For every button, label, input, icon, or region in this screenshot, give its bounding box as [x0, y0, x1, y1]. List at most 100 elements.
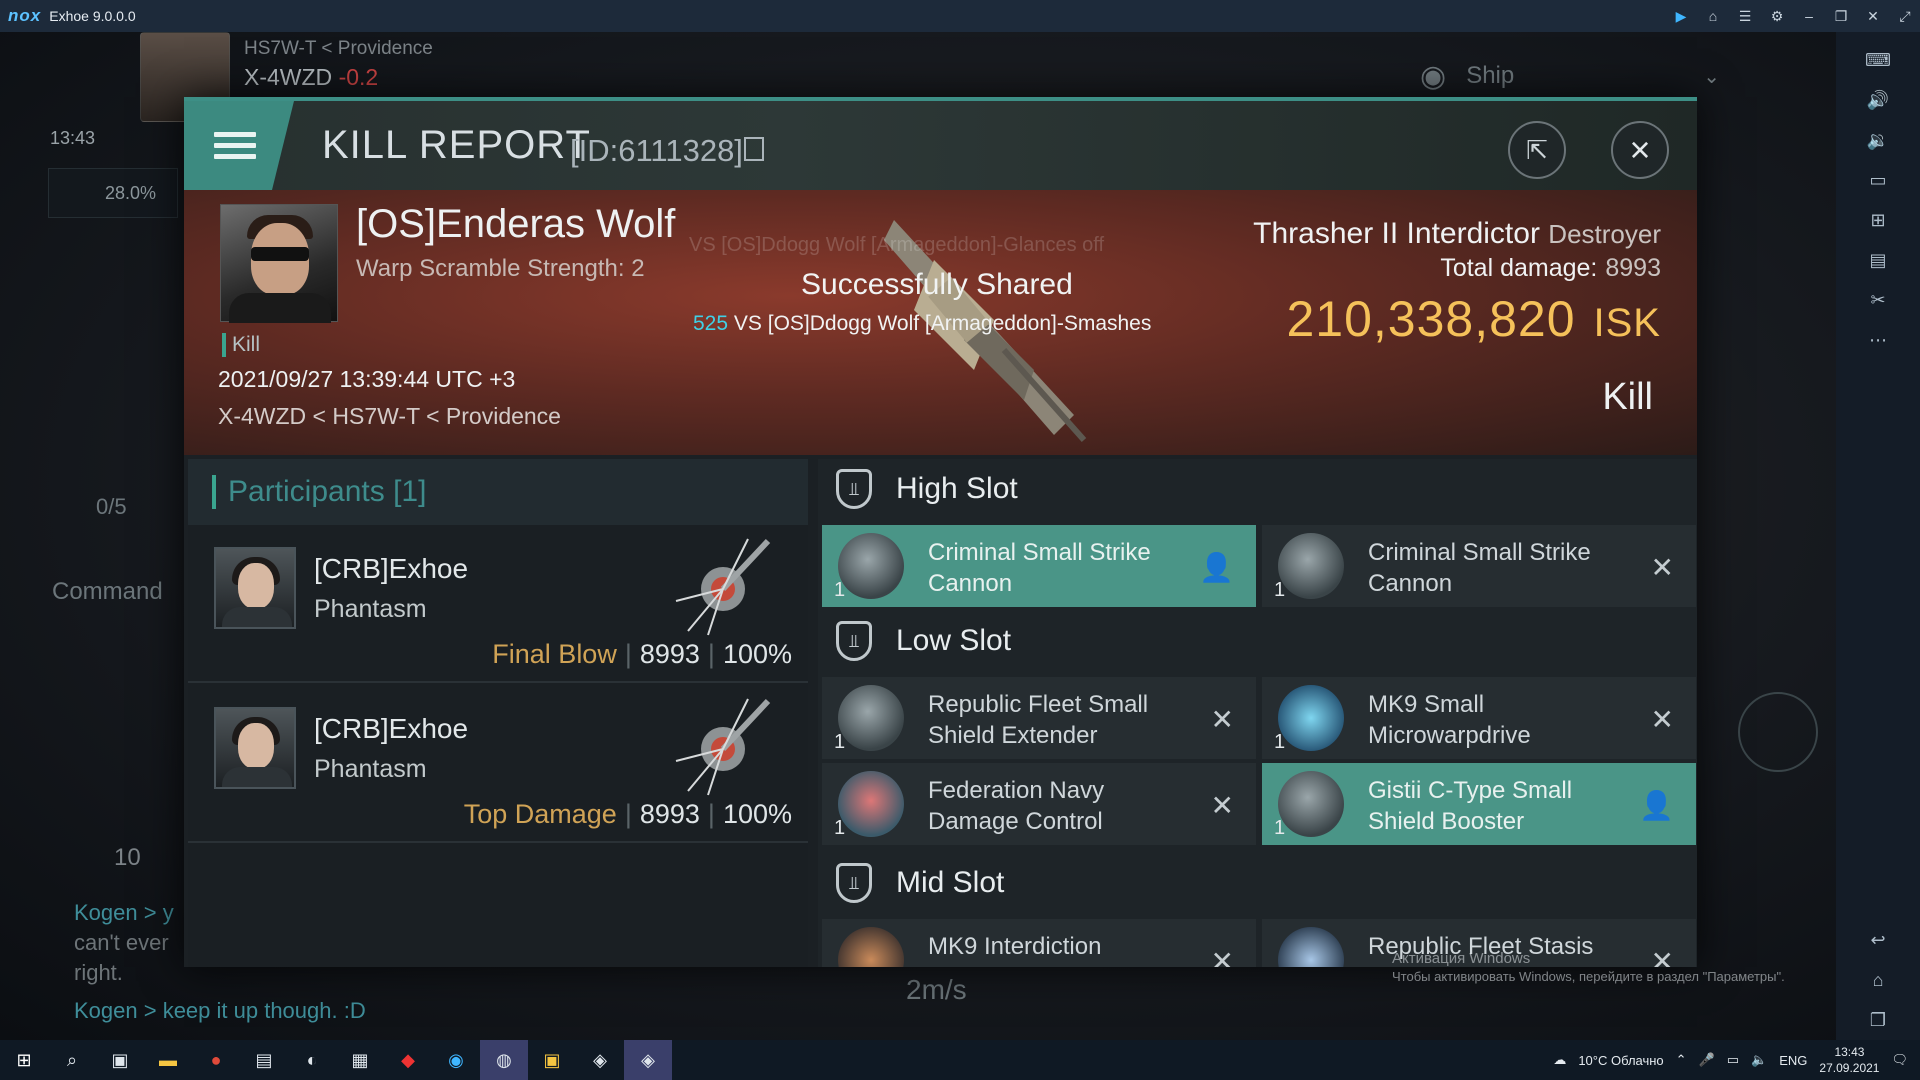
module-item[interactable]: 1 Criminal Small Strike Cannon 👤: [822, 525, 1256, 607]
nox-icon[interactable]: ◈: [624, 1040, 672, 1080]
windows-taskbar: ⊞ ⌕ ▣ ▬ ● ▤ ◐ ▦ ◆ ◉ ◍ ▣ ◈ ◈ ☁ 10°C Облач…: [0, 1040, 1920, 1080]
participant-ship: Phantasm: [314, 595, 427, 623]
cargo-percent: 28.0%: [105, 183, 157, 203]
command-label[interactable]: Command: [52, 578, 163, 606]
back-icon[interactable]: ↩: [1866, 928, 1890, 952]
person-icon: 👤: [1639, 790, 1674, 821]
screen-icon[interactable]: ▭: [1866, 168, 1890, 192]
victim-subtitle: Warp Scramble Strength: 2: [356, 255, 645, 282]
module-item[interactable]: 1 Criminal Small Strike Cannon ✕: [1262, 525, 1696, 607]
close-icon[interactable]: ✕: [1864, 7, 1882, 25]
ship-info: Thrasher II Interdictor Destroyer: [1253, 217, 1661, 250]
chevron-down-icon: ⌄: [1703, 65, 1720, 88]
more-icon[interactable]: ⋯: [1866, 328, 1890, 352]
emulator-sidebar: ⌨ 🔊 🔉 ▭ ⊞ ▤ ✂ ⋯ ↩ ⌂ ❐: [1836, 32, 1920, 1040]
edge-icon[interactable]: ◉: [432, 1040, 480, 1080]
victim-name[interactable]: [OS]Enderas Wolf: [356, 202, 675, 247]
emulator-titlebar: nox Exhoe 9.0.0.0 ▶ ⌂ ☰ ⚙ – ❐ ✕ ⤢: [0, 0, 1920, 32]
network-icon[interactable]: ▭: [1727, 1052, 1739, 1068]
cannon-icon: [1278, 533, 1344, 599]
taskbar-clock[interactable]: 13:43 27.09.2021: [1819, 1044, 1879, 1076]
close-icon: ×: [1629, 129, 1651, 170]
share-button[interactable]: ⇱: [1508, 121, 1566, 179]
app-icon[interactable]: ◍: [480, 1040, 528, 1080]
stasis-icon: [1278, 927, 1344, 967]
search-icon[interactable]: ⌕: [48, 1040, 96, 1080]
app-icon[interactable]: ▣: [528, 1040, 576, 1080]
participant-portrait[interactable]: [214, 547, 296, 629]
calculator-icon[interactable]: ▦: [336, 1040, 384, 1080]
participant-row[interactable]: [CRB]Exhoe Phantasm Top Damage | 8993 | 100%: [188, 685, 808, 843]
view-filter-dropdown[interactable]: ◉ Ship ⌄: [1420, 50, 1730, 102]
system-name[interactable]: X-4WZD -0.2: [244, 64, 378, 91]
module-item[interactable]: 1 MK9 Small Microwarpdrive ✕: [1262, 677, 1696, 759]
fitting-panel: ⫫ High Slot 1 Criminal Small Strike Cann…: [818, 459, 1697, 967]
participant-name: [CRB]Exhoe: [314, 553, 469, 584]
play-icon[interactable]: ▶: [1672, 7, 1690, 25]
participant-ship-image: [675, 698, 771, 796]
add-apk-icon[interactable]: ⊞: [1866, 208, 1890, 232]
weather[interactable]: 10°C Облачно: [1578, 1053, 1663, 1068]
app-icon[interactable]: ◐: [288, 1040, 336, 1080]
copy-icon[interactable]: [744, 137, 764, 161]
module-item[interactable]: 1 MK9 Interdiction ✕: [822, 919, 1256, 967]
damage-control-icon: [838, 771, 904, 837]
module-item[interactable]: 1 Republic Fleet Small Shield Extender ✕: [822, 677, 1256, 759]
microphone-icon[interactable]: 🎤: [1699, 1052, 1715, 1068]
overview-side-icons[interactable]: [1738, 182, 1802, 582]
cargo-panel[interactable]: 28.0%: [48, 168, 178, 218]
external-link-icon: ⇱: [1526, 134, 1548, 165]
windows-activation-watermark: Активация Windows Чтобы активировать Win…: [1392, 950, 1785, 984]
participant-ship: Phantasm: [314, 755, 427, 783]
participant-ship-image: [675, 538, 771, 636]
kill-report-dialog: KILL REPORT [ID:6111328] ⇱ × [OS]Enderas…: [184, 97, 1697, 967]
notification-icon[interactable]: 🗨: [1891, 1052, 1908, 1068]
ticker-ghost: VS [OS]Ddogg Wolf [Armageddon]-Glances o…: [689, 234, 1105, 256]
gear-icon[interactable]: ⚙: [1768, 7, 1786, 25]
keyboard-icon[interactable]: ⌨: [1865, 48, 1891, 72]
volume-up-icon[interactable]: 🔊: [1866, 88, 1890, 112]
android-home-icon[interactable]: ⌂: [1866, 968, 1890, 992]
language-indicator[interactable]: ENG: [1779, 1053, 1807, 1068]
module-item[interactable]: 1 Federation Navy Damage Control ✕: [822, 763, 1256, 845]
shield-booster-icon: [1278, 771, 1344, 837]
participant-portrait[interactable]: [214, 707, 296, 789]
chevron-up-icon[interactable]: ⌃: [1676, 1052, 1687, 1068]
cross-icon: ✕: [1210, 946, 1234, 967]
victim-portrait[interactable]: [220, 204, 338, 323]
app-icon[interactable]: ◆: [384, 1040, 432, 1080]
speaker-icon[interactable]: 🔈: [1751, 1052, 1767, 1068]
scissors-icon[interactable]: ✂: [1866, 288, 1890, 312]
participant-row[interactable]: [CRB]Exhoe Phantasm Final Blow | 8993 | 100%: [188, 525, 808, 683]
file-explorer-icon[interactable]: ▬: [144, 1040, 192, 1080]
nox-icon[interactable]: ◈: [576, 1040, 624, 1080]
module-item[interactable]: 1 Gistii C-Type Small Shield Booster 👤: [1262, 763, 1696, 845]
toolbox-icon[interactable]: ▤: [1866, 248, 1890, 272]
fullscreen-icon[interactable]: ⤢: [1896, 7, 1914, 25]
kill-tag: Kill: [222, 333, 260, 357]
game-clock: 13:43: [50, 128, 96, 148]
low-slot-icon: ⫫: [836, 621, 872, 661]
restore-icon[interactable]: ❐: [1832, 7, 1850, 25]
interdiction-icon: [838, 927, 904, 967]
mid-slot-icon: ⫫: [836, 863, 872, 903]
close-button[interactable]: ×: [1611, 121, 1669, 179]
microwarpdrive-icon: [1278, 685, 1344, 751]
cross-icon: ✕: [1650, 552, 1674, 583]
cross-icon: ✕: [1210, 790, 1234, 821]
windows-start-icon[interactable]: ⊞: [0, 1040, 48, 1080]
recent-apps-icon[interactable]: ❐: [1866, 1008, 1890, 1032]
participants-header[interactable]: Participants [1]: [188, 459, 808, 525]
home-icon[interactable]: ⌂: [1704, 7, 1722, 25]
combat-ticker: 525 VS [OS]Ddogg Wolf [Armageddon]-Smash…: [693, 312, 1152, 335]
chrome-icon[interactable]: ●: [192, 1040, 240, 1080]
menu-icon[interactable]: ☰: [1736, 7, 1754, 25]
share-toast: Successfully Shared: [801, 268, 1073, 301]
autopilot-button[interactable]: [1738, 692, 1818, 772]
task-view-icon[interactable]: ▣: [96, 1040, 144, 1080]
minimize-icon[interactable]: –: [1800, 7, 1818, 25]
fleet-count: 0/5: [96, 494, 127, 519]
app-icon[interactable]: ▤: [240, 1040, 288, 1080]
volume-down-icon[interactable]: 🔉: [1866, 128, 1890, 152]
menu-button[interactable]: [184, 101, 294, 190]
